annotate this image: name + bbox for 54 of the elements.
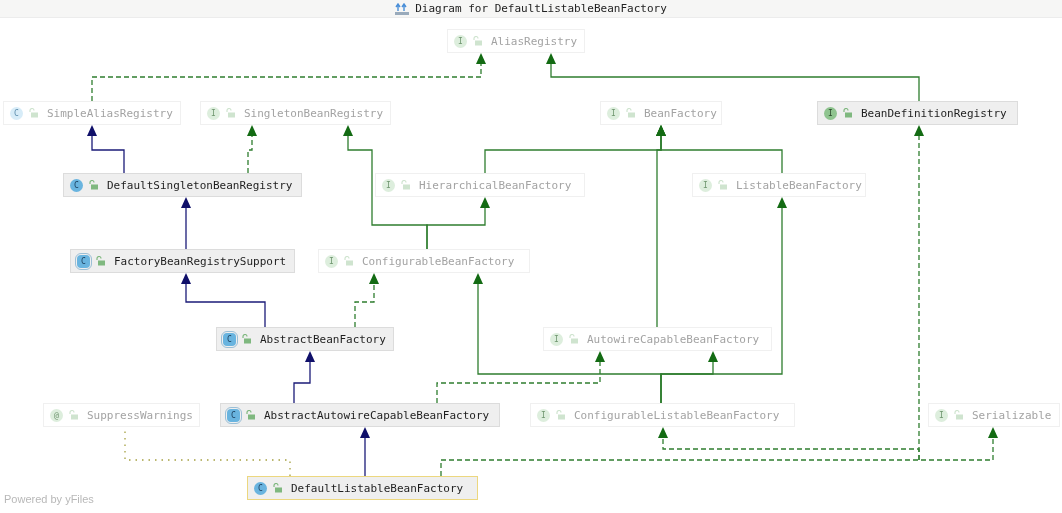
padlock-icon <box>555 410 565 420</box>
type-badge-icon: C <box>227 408 240 422</box>
padlock-icon <box>472 36 482 46</box>
type-badge-icon: C <box>10 106 23 120</box>
class-name: DefaultSingletonBeanRegistry <box>107 178 293 192</box>
type-badge-icon: I <box>607 106 620 120</box>
class-name: HierarchicalBeanFactory <box>419 178 572 192</box>
powered-by-text: Powered by yFiles <box>4 493 94 505</box>
type-badge-icon: I <box>537 408 550 422</box>
class-name: ConfigurableListableBeanFactory <box>574 408 780 422</box>
class-name: BeanDefinitionRegistry <box>861 106 1007 120</box>
padlock-icon <box>272 483 282 493</box>
padlock-icon <box>953 410 963 420</box>
type-badge-icon: @ <box>50 408 63 422</box>
class-name: AutowireCapableBeanFactory <box>587 332 760 346</box>
window-title: Diagram for DefaultListableBeanFactory <box>415 2 667 15</box>
type-badge-icon: I <box>207 106 220 120</box>
type-badge-icon: I <box>550 332 563 346</box>
padlock-icon <box>717 180 727 190</box>
class-name: ConfigurableBeanFactory <box>362 254 515 268</box>
padlock-icon <box>88 180 98 190</box>
class-name: BeanFactory <box>644 106 717 120</box>
padlock-icon <box>241 334 251 344</box>
padlock-icon <box>568 334 578 344</box>
class-name: AliasRegistry <box>491 34 578 48</box>
padlock-icon <box>625 108 635 118</box>
type-badge-icon: I <box>699 178 712 192</box>
padlock-icon <box>28 108 38 118</box>
type-badge-icon: I <box>824 106 837 120</box>
type-badge-icon: I <box>935 408 948 422</box>
type-badge-icon: I <box>325 254 338 268</box>
type-badge-icon: C <box>77 254 90 268</box>
padlock-icon <box>343 256 353 266</box>
padlock-icon <box>245 410 255 420</box>
type-badge-icon: C <box>70 178 83 192</box>
class-name: DefaultListableBeanFactory <box>291 481 464 495</box>
class-name: FactoryBeanRegistrySupport <box>114 254 287 268</box>
type-badge-icon: I <box>382 178 395 192</box>
diagram-icon <box>395 2 410 15</box>
padlock-icon <box>400 180 410 190</box>
padlock-icon <box>225 108 235 118</box>
class-name: SingletonBeanRegistry <box>244 106 384 120</box>
padlock-icon <box>842 108 852 118</box>
class-name: SuppressWarnings <box>87 408 193 422</box>
padlock-icon <box>68 410 78 420</box>
type-badge-icon: C <box>254 481 267 495</box>
class-name: AbstractAutowireCapableBeanFactory <box>264 408 490 422</box>
padlock-icon <box>95 256 105 266</box>
class-name: Serializable <box>972 408 1052 422</box>
type-badge-icon: I <box>454 34 467 48</box>
class-name: SimpleAliasRegistry <box>47 106 173 120</box>
type-badge-icon: C <box>223 332 236 346</box>
class-name: AbstractBeanFactory <box>260 332 386 346</box>
class-name: ListableBeanFactory <box>736 178 862 192</box>
